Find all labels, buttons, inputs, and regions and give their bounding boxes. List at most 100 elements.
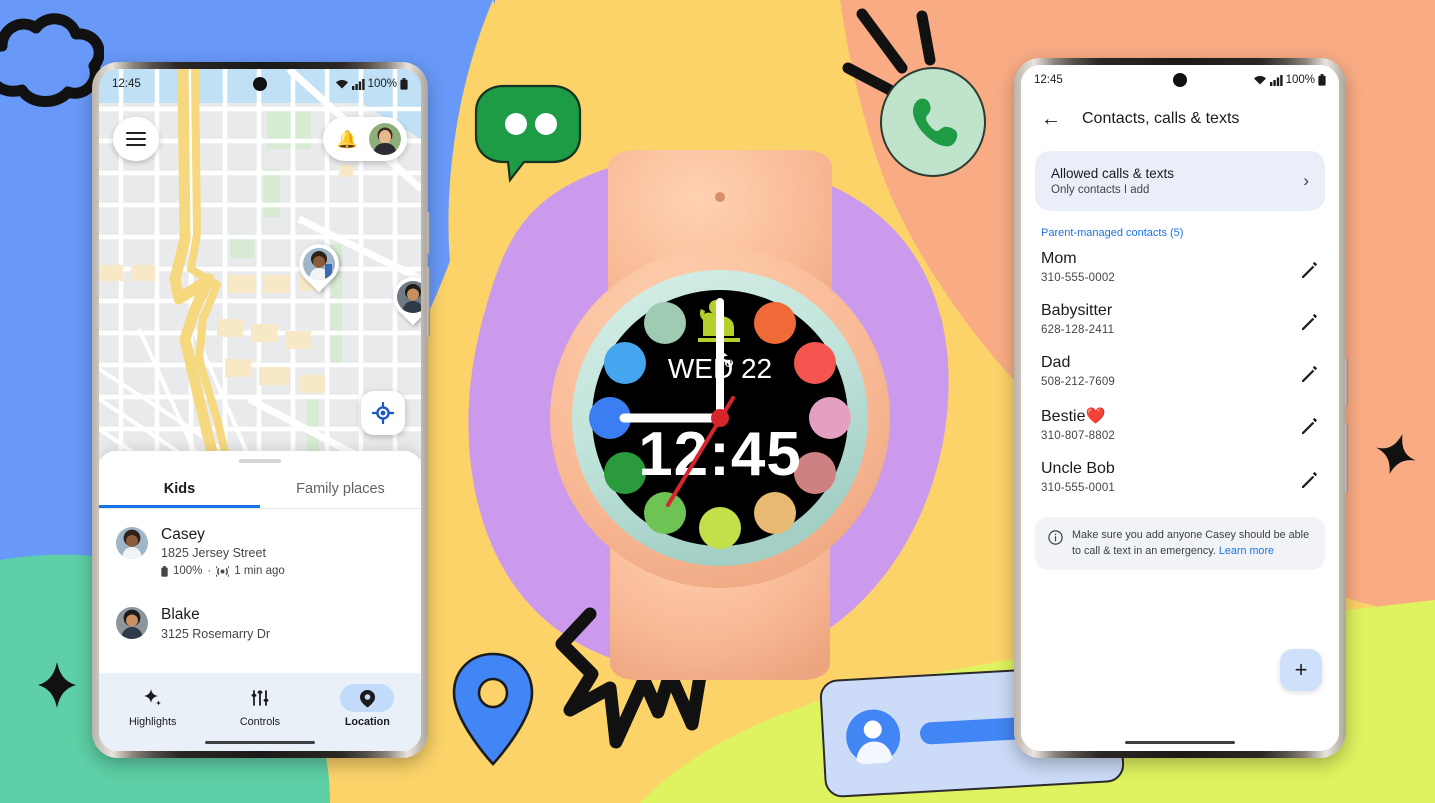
watch-time: 12:45	[638, 420, 802, 489]
contact-number: 310-555-0001	[1041, 482, 1116, 494]
contact-row-bestie[interactable]: Bestie❤️ 310-807-8802	[1021, 397, 1339, 451]
status-battery-pct: 100%	[1285, 74, 1315, 86]
kid-row-casey[interactable]: Casey 1825 Jersey Street 100% · 1 min ag…	[99, 509, 421, 577]
contact-number: 628-128-2411	[1041, 324, 1115, 336]
kid-updated: 1 min ago	[234, 565, 285, 578]
phone-volume-button[interactable]	[1345, 423, 1348, 493]
kid-battery: 100%	[173, 565, 203, 578]
nav-pill	[340, 684, 395, 712]
location-ping-icon	[216, 566, 230, 577]
hour-dot-1	[754, 302, 796, 344]
map-menu-button[interactable]	[113, 117, 159, 161]
allowed-calls-texts-card[interactable]: Allowed calls & texts Only contacts I ad…	[1035, 151, 1325, 211]
kid-meta-sep: ·	[207, 565, 212, 578]
hour-dot-11	[644, 302, 686, 344]
status-battery-pct: 100%	[367, 78, 397, 90]
tab-kids[interactable]: Kids	[99, 471, 260, 508]
right-phone-screen: 12:45 100% ← Contacts, calls & texts All…	[1021, 65, 1339, 751]
kids-smartwatch: WED 22 12:45	[520, 150, 920, 680]
tab-family-places[interactable]: Family places	[260, 471, 421, 508]
hour-dot-3	[809, 397, 851, 439]
status-time: 12:45	[1034, 74, 1063, 86]
pencil-edit-icon[interactable]	[1300, 365, 1319, 384]
nav-pill	[233, 684, 287, 712]
sparkle-icon	[143, 689, 161, 706]
allowed-card-subtitle: Only contacts I add	[1051, 184, 1150, 196]
map-pin-blake[interactable]	[384, 268, 421, 326]
nav-label: Location	[344, 716, 390, 728]
nav-label: Controls	[239, 716, 281, 728]
contact-name: Dad	[1041, 354, 1071, 371]
pencil-edit-icon[interactable]	[1300, 471, 1319, 490]
right-phone-frame: 12:45 100% ← Contacts, calls & texts All…	[1014, 58, 1348, 758]
signal-icon	[1269, 75, 1283, 86]
emergency-info-banner: Make sure you add anyone Casey should be…	[1035, 517, 1325, 571]
map-actions-chip[interactable]: 🔔	[322, 117, 407, 161]
hour-dot-7	[644, 492, 686, 534]
avatar-blake	[116, 607, 148, 640]
profile-avatar[interactable]	[369, 123, 401, 155]
contact-number: 310-555-0002	[1041, 272, 1116, 284]
kid-address: 3125 Rosemarry Dr	[161, 626, 271, 641]
signal-icon	[351, 79, 365, 90]
my-location-icon	[372, 402, 394, 424]
nav-pill	[126, 684, 180, 712]
kid-row-blake[interactable]: Blake 3125 Rosemarry Dr	[99, 577, 421, 641]
hour-dot-6	[699, 507, 741, 549]
nav-label: Highlights	[128, 716, 177, 728]
nav-item-location[interactable]: Location	[324, 684, 410, 728]
recenter-location-button[interactable]	[361, 391, 405, 435]
allowed-card-title: Allowed calls & texts	[1051, 166, 1175, 181]
person-avatar-icon	[846, 709, 901, 765]
pencil-edit-icon[interactable]	[1300, 313, 1319, 332]
location-pin-icon	[359, 689, 375, 707]
watch-microphone	[715, 192, 725, 202]
family-bottom-sheet: Kids Family places Casey 1825 Jersey Str…	[99, 451, 421, 751]
contact-row-mom[interactable]: Mom 310-555-0002	[1021, 241, 1339, 293]
poster-canvas: 12:45 100% 🔔 Kids Family places Casey 18…	[0, 0, 1435, 803]
battery-icon	[1318, 74, 1326, 86]
nav-item-highlights[interactable]: Highlights	[110, 684, 196, 728]
wifi-icon	[1253, 76, 1266, 85]
sheet-drag-handle[interactable]	[239, 459, 281, 463]
phone-volume-button[interactable]	[427, 267, 430, 337]
sparkle-doodle-left	[38, 662, 76, 708]
back-arrow-icon[interactable]: ←	[1041, 109, 1061, 129]
app-bar: ← Contacts, calls & texts	[1021, 95, 1339, 141]
map-pin-casey[interactable]	[290, 235, 348, 293]
front-camera-punchhole	[253, 77, 267, 91]
contact-row-dad[interactable]: Dad 508-212-7609	[1021, 345, 1339, 397]
hamburger-menu-icon	[126, 129, 146, 150]
hour-dot-10	[604, 342, 646, 384]
kid-name: Blake	[161, 606, 200, 624]
contact-row-uncle-bob[interactable]: Uncle Bob 310-555-0001	[1021, 451, 1339, 503]
contact-name: Uncle Bob	[1041, 460, 1115, 477]
kid-meta: 100% · 1 min ago	[161, 565, 404, 577]
status-time: 12:45	[112, 78, 141, 90]
home-indicator[interactable]	[205, 740, 315, 744]
contact-name: Babysitter	[1041, 302, 1113, 319]
contact-name: Mom	[1041, 250, 1077, 267]
add-contact-fab[interactable]: +	[1280, 649, 1322, 691]
sheet-tabs: Kids Family places	[99, 471, 421, 508]
nav-item-controls[interactable]: Controls	[217, 684, 303, 728]
contact-number: 310-807-8802	[1041, 430, 1116, 442]
kid-name: Casey	[161, 526, 205, 543]
phone-side-button[interactable]	[1345, 358, 1348, 406]
watch-hands-hub	[711, 409, 729, 427]
phone-side-button[interactable]	[427, 212, 430, 254]
avatar-casey	[116, 527, 148, 559]
battery-icon	[161, 565, 168, 577]
pencil-edit-icon[interactable]	[1300, 417, 1319, 436]
kid-address: 1825 Jersey Street	[161, 546, 266, 561]
notification-bell-icon[interactable]: 🔔	[337, 131, 358, 148]
home-indicator[interactable]	[1125, 740, 1235, 744]
front-camera-punchhole	[1173, 73, 1187, 87]
learn-more-link[interactable]: Learn more	[1219, 545, 1274, 557]
wifi-icon	[335, 80, 348, 89]
pencil-edit-icon[interactable]	[1300, 261, 1319, 280]
info-banner-text: Make sure you add anyone Casey should be…	[1072, 528, 1312, 559]
section-label-parent-managed: Parent-managed contacts (5)	[1041, 227, 1184, 239]
contact-row-babysitter[interactable]: Babysitter 628-128-2411	[1021, 293, 1339, 345]
cloud-doodle	[0, 13, 104, 107]
